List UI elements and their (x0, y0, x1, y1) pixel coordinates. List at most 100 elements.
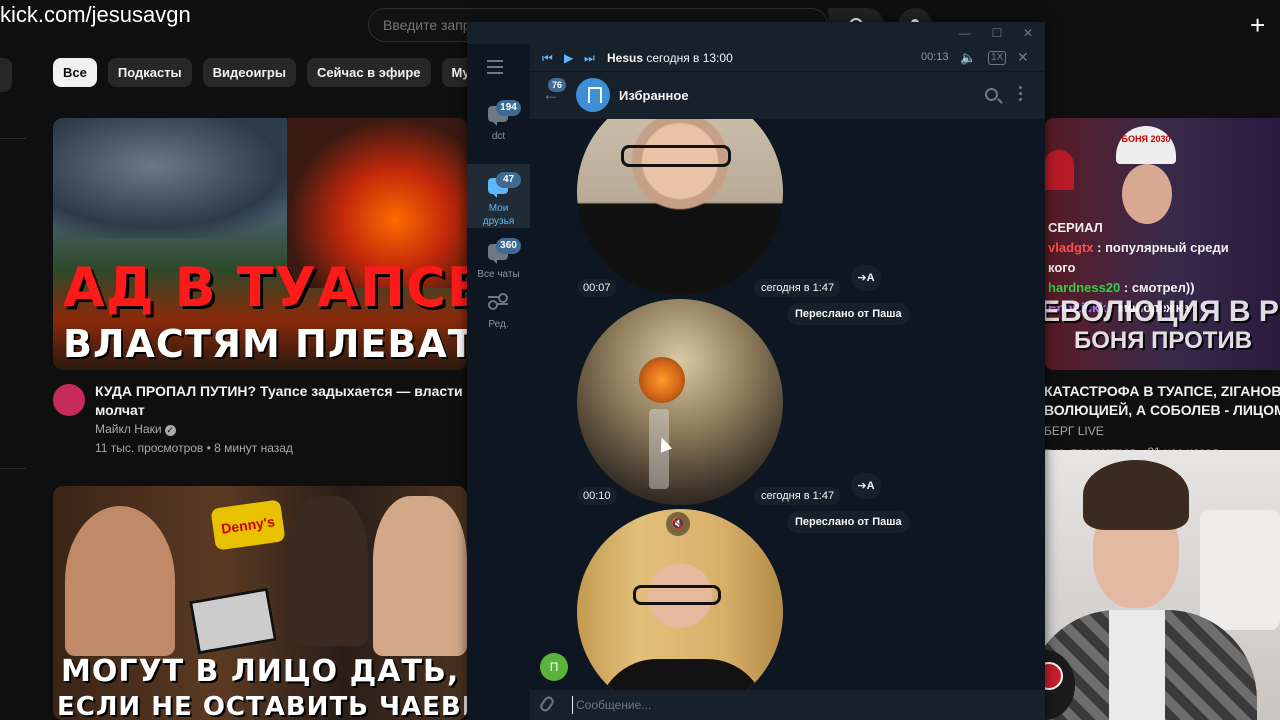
compose-bar (530, 690, 1045, 720)
thumbnail-person (65, 506, 175, 656)
verified-icon: ✓ (164, 425, 176, 436)
volume-icon[interactable]: 🔈 (960, 50, 976, 66)
channel-name[interactable]: БЕРГ LIVE (1044, 422, 1280, 441)
video-frame-detail (621, 145, 731, 167)
chat-text: : популярный среди (1093, 240, 1229, 255)
chip-all[interactable]: Все (53, 58, 97, 87)
chat-user: vladgtx (1048, 240, 1094, 255)
sender-avatar[interactable]: П (540, 653, 568, 681)
chat-title[interactable]: Избранное (619, 88, 689, 103)
minimize-button[interactable]: — (957, 25, 973, 41)
message-time: сегодня в 1:47 (754, 279, 842, 297)
thumbnail-sign: Denny's (210, 499, 286, 551)
player-time: 00:13 (921, 51, 949, 63)
bookmark-icon[interactable] (576, 78, 610, 112)
video-message[interactable] (577, 299, 783, 505)
folder-label: Мои друзья (482, 203, 515, 227)
audio-player-bar: ⏮ ▶ ⏭ Hesus сегодня в 13:00 00:13 🔈 1X ✕ (530, 44, 1045, 72)
search-icon[interactable] (985, 88, 998, 101)
unread-badge: 360 (496, 238, 521, 254)
chip-podcasts[interactable]: Подкасты (107, 58, 192, 87)
forwarded-from[interactable]: Переслано от Паша (787, 303, 910, 325)
thumbnail-smoke (53, 118, 303, 238)
thumbnail-headline: ЕВОЛЮЦИЯ В Р (1040, 295, 1279, 328)
thumbnail-subheadline: БОНЯ ПРОТИВ (1074, 327, 1253, 354)
webcam-person-hair (1083, 460, 1189, 530)
folders-sidebar: 194 dct 47 Мои друзья 360 Все чаты Ред. (467, 44, 530, 720)
chat-header: ← 76 Избранное (530, 72, 1045, 119)
video-title-line2[interactable]: ВОЛЮЦИЕЙ, А СОБОЛЕВ - ЛИЦОМ (1044, 401, 1280, 420)
folder-label: Ред. (488, 319, 509, 330)
video-frame-detail (639, 357, 685, 403)
filter-chips: Все Подкасты Видеоигры Сейчас в эфире Му… (53, 58, 511, 87)
attach-icon[interactable] (538, 694, 556, 714)
chat-user: hardness20 (1048, 280, 1121, 295)
channel-avatar[interactable] (53, 384, 85, 416)
webcam-person-shirt (1109, 610, 1165, 720)
sliders-icon (488, 293, 508, 310)
url-overlay: kick.com/jesusavgn (0, 2, 191, 27)
thumbnail-subheadline: ЕСЛИ НЕ ОСТАВИТЬ ЧАЕВЫЕ? (57, 692, 467, 720)
message-list: 00:07 сегодня в 1:47 ➔A Переслано от Паш… (530, 119, 1045, 690)
playback-speed-button[interactable]: 1X (988, 51, 1007, 65)
message-input[interactable] (572, 696, 972, 714)
folder-label: dct (491, 131, 506, 142)
sidebar-edge (0, 58, 12, 92)
thumbnail-headline: АД В ТУАПСЕ (63, 256, 467, 319)
menu-button[interactable] (487, 60, 509, 80)
previous-icon[interactable]: ⏮ (542, 50, 553, 66)
thumbnail-headline: МОГУТ В ЛИЦО ДАТЬ, (61, 654, 460, 689)
forward-share-button[interactable]: ➔A (851, 265, 881, 291)
muted-icon[interactable]: 🔇 (666, 512, 690, 536)
unread-badge: 47 (496, 172, 521, 188)
chat-line: кого (1048, 258, 1280, 278)
divider (0, 138, 26, 139)
thumbnail-hat: БОНЯ 2030 (1116, 126, 1176, 164)
video-message[interactable] (577, 509, 783, 690)
player-author: Hesus (607, 51, 644, 65)
folder-edit[interactable]: Ред. (467, 280, 530, 344)
message-time: сегодня в 1:47 (754, 487, 842, 505)
create-button[interactable]: + (1250, 8, 1280, 42)
folder-dct[interactable]: 194 dct (467, 92, 530, 156)
chat-text: кого (1048, 260, 1076, 275)
telegram-window: — ☐ ✕ 194 dct 47 Мои друзья 360 Все чаты… (467, 22, 1045, 720)
player-track[interactable]: Hesus сегодня в 13:00 (607, 51, 733, 65)
thumbnail-tablet (188, 587, 278, 655)
chat-text: : смотрел)) (1120, 280, 1195, 295)
back-unread-badge: 76 (548, 78, 567, 92)
video-thumbnail[interactable]: Denny's МОГУТ В ЛИЦО ДАТЬ, ЕСЛИ НЕ ОСТАВ… (53, 486, 467, 720)
close-window-button[interactable]: ✕ (1020, 25, 1036, 41)
forwarded-from[interactable]: Переслано от Паша (787, 511, 910, 533)
video-message[interactable] (577, 119, 783, 295)
chat-line: vladgtx : популярный среди (1048, 238, 1280, 258)
window-titlebar[interactable]: — ☐ ✕ (467, 22, 1045, 44)
video-thumbnail[interactable]: АД В ТУАПСЕ ВЛАСТЯМ ПЛЕВАТЬ (53, 118, 467, 370)
chat-text: СЕРИАЛ (1048, 220, 1103, 235)
chip-live[interactable]: Сейчас в эфире (306, 58, 431, 87)
play-icon[interactable]: ▶ (564, 50, 573, 66)
thumbnail-person (1044, 150, 1074, 190)
thumbnail-person (373, 496, 467, 656)
chat-line: СЕРИАЛ (1048, 218, 1280, 238)
video-duration: 00:07 (577, 279, 617, 297)
chip-games[interactable]: Видеоигры (202, 58, 296, 87)
maximize-button[interactable]: ☐ (989, 25, 1005, 41)
forward-share-button[interactable]: ➔A (851, 473, 881, 499)
thumbnail-person (1122, 164, 1172, 224)
channel-name[interactable]: Майкл Наки ✓ (95, 422, 176, 436)
player-date: сегодня в 13:00 (646, 51, 733, 65)
close-player-icon[interactable]: ✕ (1017, 49, 1029, 66)
video-stats: 11 тыс. просмотров • 8 минут назад (95, 441, 293, 455)
channel-name-text: Майкл Наки (95, 422, 162, 436)
more-vertical-icon[interactable] (1019, 86, 1023, 104)
webcam-background (1200, 510, 1280, 630)
unread-badge: 194 (496, 100, 521, 116)
video-title[interactable]: КУДА ПРОПАЛ ПУТИН? Туапсе задыхается — в… (95, 382, 465, 420)
next-icon[interactable]: ⏭ (584, 50, 595, 66)
video-title[interactable]: КАТАСТРОФА В ТУАПСЕ, ZIГАНОВ П (1044, 382, 1280, 401)
folder-my-friends[interactable]: 47 Мои друзья (467, 164, 530, 228)
video-frame-detail (633, 585, 721, 605)
video-duration: 00:10 (577, 487, 617, 505)
divider (0, 468, 26, 469)
